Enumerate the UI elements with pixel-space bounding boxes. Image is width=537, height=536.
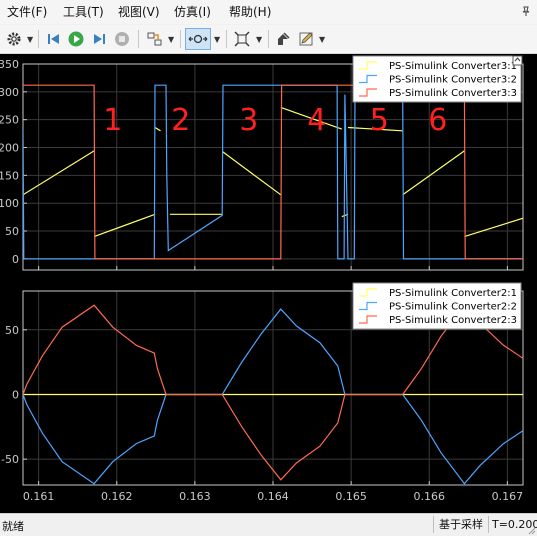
x-tick-label: 0.163 [179, 490, 211, 503]
phase-number-annotation: 1 [103, 103, 122, 138]
status-bar: 就绪 基于采样 T=0.200 [0, 513, 537, 536]
series-1-line [23, 150, 95, 196]
zoom-dropdown-icon[interactable]: ▼ [214, 35, 220, 44]
step-back-button[interactable] [44, 28, 64, 50]
run-button[interactable] [66, 28, 86, 50]
x-tick-label: 0.161 [23, 490, 55, 503]
scope-figure: 0 50 100 150 200 250 300 350 1 2 3 4 5 6 PS-Simulink C… [0, 54, 537, 513]
x-tick-label: 0.165 [335, 490, 367, 503]
menu-help[interactable]: 帮助(H) [227, 4, 273, 20]
series-1-line [221, 150, 282, 196]
y-tick-label: 350 [0, 58, 19, 71]
legend-label-2: PS-Simulink Converter2:2 [389, 302, 517, 313]
x-tick-label: 0.166 [414, 490, 446, 503]
y-tick-label: -50 [1, 453, 19, 466]
legend-label-1: PS-Simulink Converter3:1 [389, 61, 517, 72]
phase-number-annotation: 3 [239, 103, 258, 138]
legend: PS-Simulink Converter2:1 PS-Simulink Conv… [352, 282, 522, 330]
highlight-button[interactable] [144, 28, 166, 50]
y-tick-label: 300 [0, 86, 19, 99]
stop-icon [115, 32, 129, 46]
menu-tools[interactable]: 工具(T) [61, 4, 106, 20]
phase-number-annotation: 2 [171, 103, 190, 138]
step-back-icon [48, 34, 59, 44]
plot-panel-2: -50 0 50 0.161 0.162 0.163 0.164 0.165 0.166 0.16… [1, 282, 524, 503]
stop-button[interactable] [112, 28, 132, 50]
plot-panel-1: 0501001502002503003501 2 3 4 5 6PS-Simulink C… [0, 55, 524, 271]
x-tick-label: 0.164 [257, 490, 289, 503]
y-tick-label: 0 [12, 253, 19, 266]
legend: PS-Simulink Converter3:1 PS-Simulink Conv… [352, 55, 523, 103]
x-tick-label: 0.167 [492, 490, 524, 503]
toolbar: ▼ ▼ ▼ ▼ ▼ [0, 25, 537, 54]
legend-label-2: PS-Simulink Converter3:2 [389, 75, 517, 86]
settings-dropdown-icon[interactable]: ▼ [27, 35, 33, 44]
menu-bar: 文件(F) 工具(T) 视图(V) 仿真(I) 帮助(H) [0, 0, 537, 24]
zoom-icon [188, 34, 208, 44]
menu-file[interactable]: 文件(F) [5, 4, 49, 20]
separator [38, 30, 39, 48]
step-forward-button[interactable] [89, 28, 109, 50]
y-tick-label: 50 [5, 324, 19, 337]
phase-number-annotation: 6 [428, 103, 447, 138]
legend-label-3: PS-Simulink Converter3:3 [389, 88, 517, 99]
edit-button[interactable] [296, 28, 316, 50]
style-icon [278, 32, 290, 45]
edit-dropdown-icon[interactable]: ▼ [319, 35, 325, 44]
series-1-line [93, 213, 156, 238]
phase-number-annotation: 5 [370, 103, 389, 138]
separator [268, 30, 269, 48]
series-1-line [154, 126, 161, 132]
fit-dropdown-icon[interactable]: ▼ [256, 35, 262, 44]
separator [226, 30, 227, 48]
legend-label-3: PS-Simulink Converter2:3 [389, 315, 517, 326]
sample-mode-label: 基于采样 [433, 516, 489, 533]
status-text: 就绪 [2, 520, 24, 533]
y-tick-label: 250 [0, 114, 19, 127]
separator [180, 30, 181, 48]
style-button[interactable] [273, 28, 293, 50]
series-1-line [402, 150, 465, 196]
pin-icon[interactable] [521, 6, 531, 16]
y-tick-label: 50 [5, 225, 19, 238]
highlight-icon [147, 32, 162, 46]
highlight-dropdown-icon[interactable]: ▼ [168, 35, 174, 44]
fit-icon [234, 31, 250, 47]
phase-number-annotation: 4 [307, 103, 326, 138]
x-tick-label: 0.162 [101, 490, 133, 503]
menu-view[interactable]: 视图(V) [116, 4, 162, 20]
zoom-button[interactable] [185, 28, 211, 50]
y-tick-label: 0 [12, 388, 19, 401]
y-tick-label: 100 [0, 197, 19, 210]
run-icon [68, 31, 84, 47]
y-tick-label: 150 [0, 169, 19, 182]
settings-button[interactable] [3, 28, 25, 50]
resize-grip-icon[interactable] [526, 525, 536, 535]
menu-simulation[interactable]: 仿真(I) [172, 4, 213, 20]
gear-icon [7, 32, 21, 46]
y-tick-label: 200 [0, 142, 19, 155]
step-forward-icon [94, 34, 105, 44]
separator [138, 30, 139, 48]
edit-icon [299, 32, 313, 46]
series-1-line [464, 217, 523, 238]
legend-label-1: PS-Simulink Converter2:1 [389, 288, 517, 299]
scope-canvas[interactable]: 0501001502002503003501 2 3 4 5 6PS-Simulink C… [0, 54, 537, 513]
fit-button[interactable] [231, 28, 253, 50]
